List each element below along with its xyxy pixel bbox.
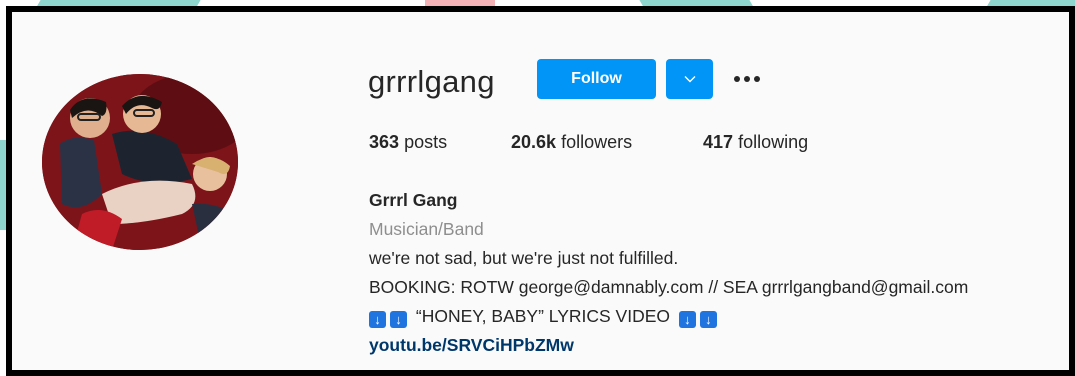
- more-options-icon: [734, 76, 740, 82]
- followers-label: followers: [561, 132, 633, 152]
- more-options-icon: [744, 76, 750, 82]
- more-options-button[interactable]: [728, 66, 766, 92]
- following-stat[interactable]: 417 following: [703, 132, 808, 153]
- avatar-photo: [42, 74, 238, 250]
- followers-stat[interactable]: 20.6k followers: [511, 132, 632, 153]
- down-arrow-icon: ↓: [678, 311, 696, 328]
- following-count: 417: [703, 132, 734, 152]
- bio-video-line: ↓ ↓ “HONEY, BABY” LYRICS VIDEO ↓ ↓: [369, 302, 968, 331]
- display-name: Grrrl Gang: [369, 190, 458, 210]
- down-arrow-icon: ↓: [390, 311, 407, 328]
- followers-count: 20.6k: [511, 132, 557, 152]
- down-arrow-icon: ↓: [369, 311, 386, 328]
- chevron-down-icon: [684, 76, 695, 83]
- posts-label: posts: [404, 132, 448, 152]
- follow-button[interactable]: Follow: [537, 59, 656, 99]
- profile-header: grrrlgang Follow 363 posts 20.6k followe…: [6, 6, 1075, 376]
- posts-count: 363: [369, 132, 400, 152]
- following-label: following: [738, 132, 809, 152]
- category-label: Musician/Band: [369, 219, 484, 239]
- down-arrow-icon: ↓: [699, 311, 717, 328]
- suggested-accounts-button[interactable]: [666, 59, 713, 99]
- more-options-icon: [754, 76, 760, 82]
- bio-video-text: “HONEY, BABY” LYRICS VIDEO: [415, 306, 671, 326]
- username: grrrlgang: [368, 64, 495, 99]
- profile-bio: Grrrl Gang Musician/Band we're not sad, …: [369, 186, 968, 360]
- bio-link[interactable]: youtu.be/SRVCiHPbZMw: [369, 331, 968, 360]
- bio-tagline: we're not sad, but we're just not fulfil…: [369, 248, 679, 268]
- bio-booking: BOOKING: ROTW george@damnably.com // SEA…: [369, 277, 969, 297]
- posts-stat: 363 posts: [369, 132, 447, 153]
- avatar[interactable]: [42, 74, 238, 250]
